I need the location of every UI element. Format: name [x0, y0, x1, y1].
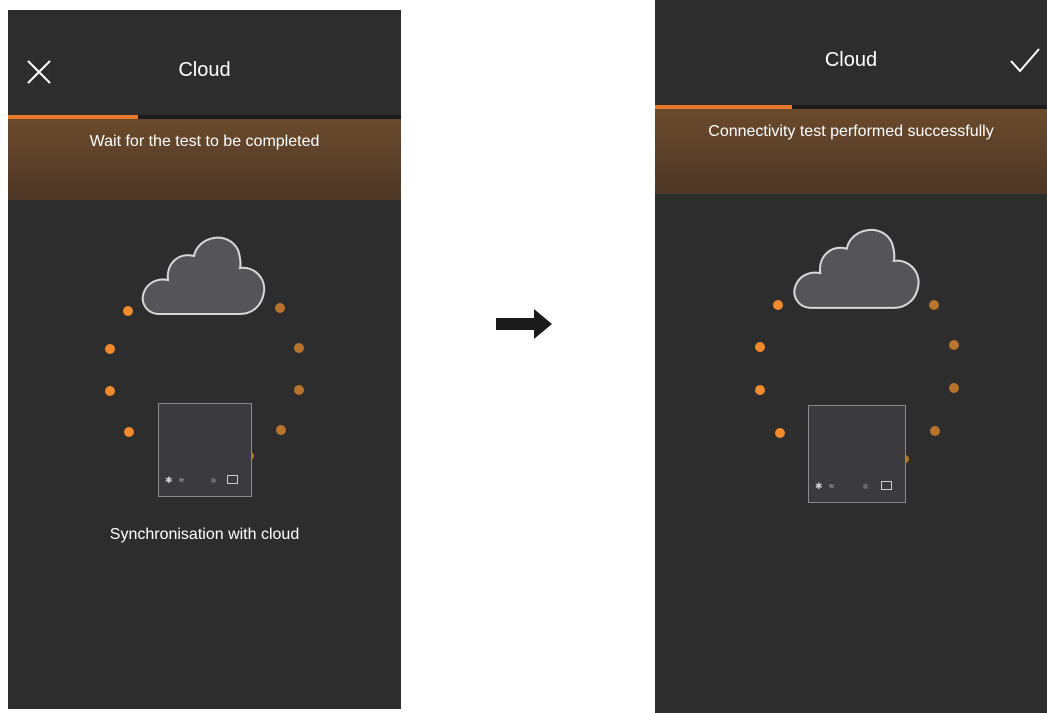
cloud-icon [793, 228, 920, 309]
sync-dot [755, 385, 765, 395]
display-icon [227, 475, 238, 484]
sync-dot [294, 385, 304, 395]
led-indicator [863, 484, 868, 489]
arrow-right-icon [496, 309, 552, 339]
sync-dot [775, 428, 785, 438]
page-title: Cloud [178, 59, 231, 81]
device-unit: ✱ ≈ [808, 405, 906, 503]
sync-status-text: Synchronisation with cloud [109, 526, 300, 543]
status-message: Wait for the test to be completed [89, 133, 320, 150]
device-indicators: ✱ ≈ [815, 480, 897, 492]
sync-dot [949, 340, 959, 350]
device-indicators: ✱ ≈ [165, 474, 243, 486]
screen-waiting: Cloud Wait for the test to be completed … [8, 10, 401, 709]
bluetooth-icon: ✱ [815, 481, 823, 491]
device-unit: ✱ ≈ [158, 403, 252, 497]
checkmark-icon [1010, 48, 1040, 73]
sync-dot [276, 425, 286, 435]
sync-dot [105, 386, 115, 396]
sync-dot [124, 427, 134, 437]
sync-dot [929, 300, 939, 310]
status-banner: Connectivity test performed successfully [655, 109, 1047, 194]
sync-dot [949, 383, 959, 393]
display-icon [881, 481, 892, 490]
cloud-icon [141, 236, 266, 315]
sync-dot [755, 342, 765, 352]
sync-dot [275, 303, 285, 313]
sync-dot [294, 343, 304, 353]
wifi-icon: ≈ [179, 475, 184, 485]
status-message: Connectivity test performed successfully [708, 123, 994, 140]
led-indicator [211, 478, 216, 483]
sync-dot [773, 300, 783, 310]
status-banner: Wait for the test to be completed [8, 119, 401, 200]
top-bar: Cloud [655, 0, 1047, 105]
sync-dot [930, 426, 940, 436]
page-title: Cloud [824, 49, 878, 71]
confirm-button[interactable] [1009, 46, 1041, 74]
top-bar: Cloud [8, 10, 401, 118]
sync-dot [123, 306, 133, 316]
wifi-icon: ≈ [829, 481, 834, 491]
bluetooth-icon: ✱ [165, 475, 173, 485]
sync-dot [105, 344, 115, 354]
screen-success: Cloud Connectivity test performed succes… [655, 0, 1047, 713]
